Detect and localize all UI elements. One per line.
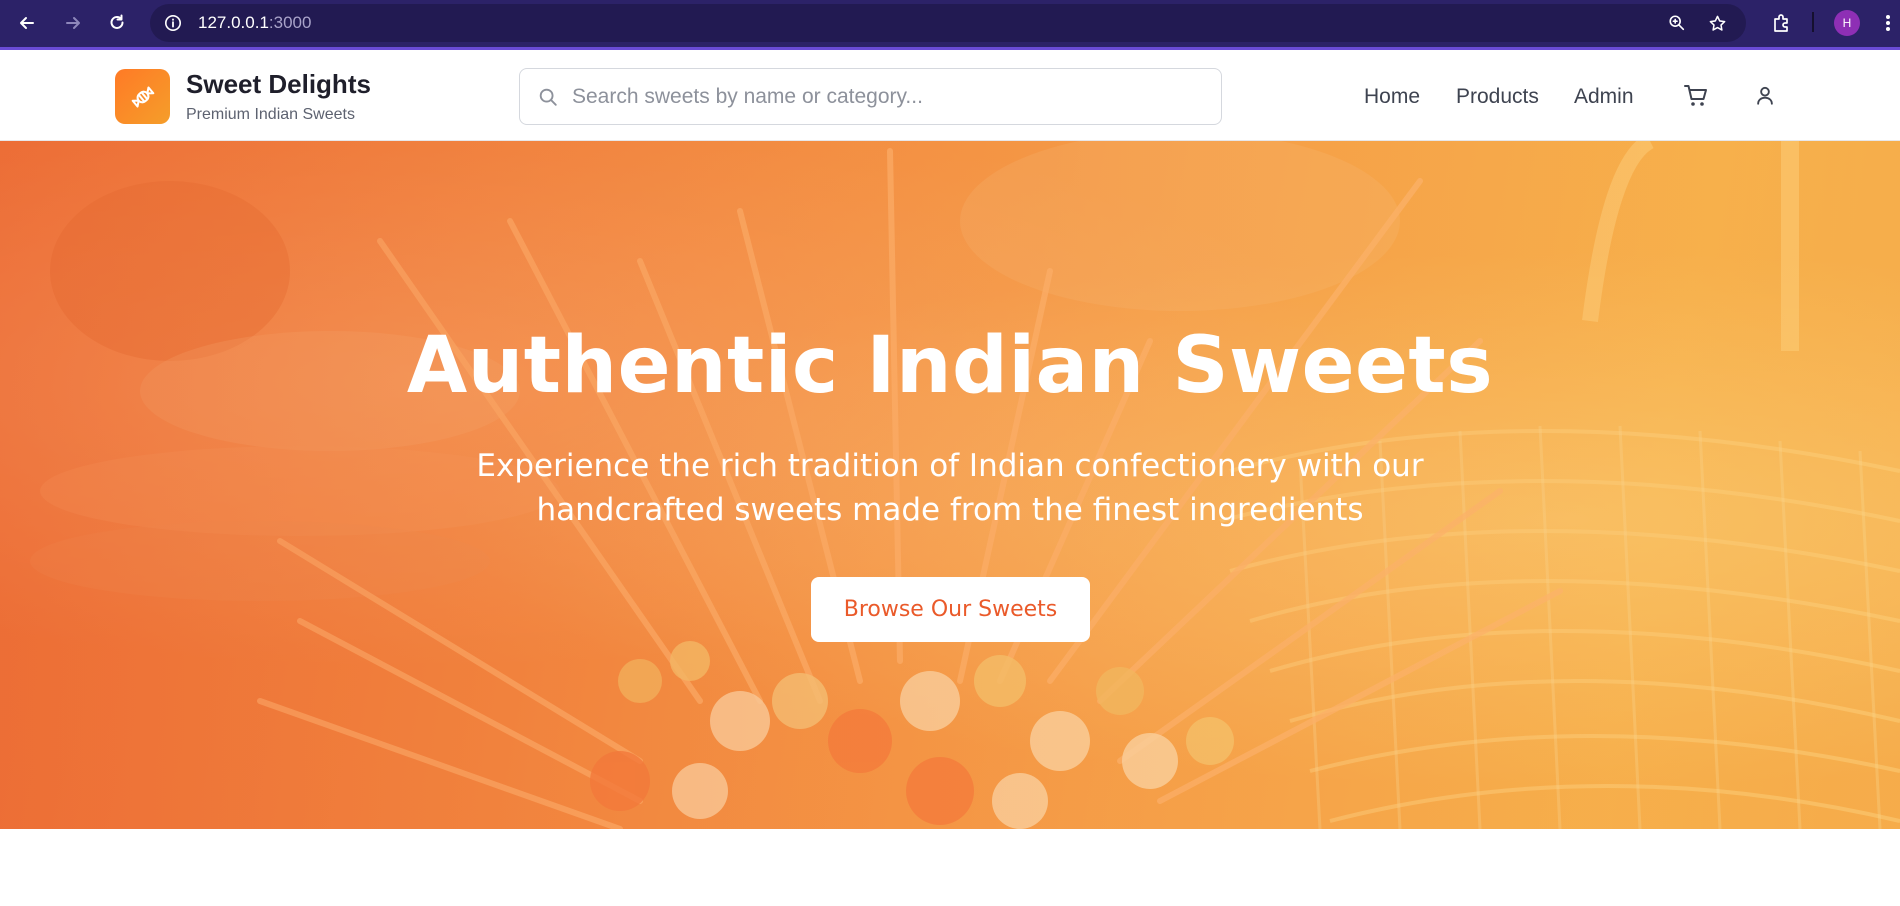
search-icon (536, 85, 560, 109)
nav-products[interactable]: Products (1456, 85, 1539, 109)
browser-toolbar: 127.0.0.1:3000 H (0, 0, 1900, 50)
url-port: :3000 (268, 13, 312, 32)
url-host: 127.0.0.1 (198, 13, 269, 32)
cart-button[interactable] (1681, 81, 1711, 111)
hero-title: Authentic Indian Sweets (406, 321, 1494, 411)
user-icon (1757, 86, 1773, 105)
back-icon (20, 17, 34, 29)
profile-avatar[interactable]: H (1834, 10, 1860, 36)
address-bar[interactable]: 127.0.0.1:3000 (150, 4, 1746, 42)
search-box[interactable] (519, 68, 1222, 125)
reload-icon (110, 14, 124, 29)
hero-section: Authentic Indian Sweets Experience the r… (0, 141, 1900, 829)
nav-admin[interactable]: Admin (1574, 85, 1634, 109)
reload-button[interactable] (102, 8, 132, 38)
toolbar-divider (1812, 12, 1814, 32)
zoom-icon[interactable] (1666, 12, 1688, 34)
user-button[interactable] (1750, 81, 1780, 111)
extensions-icon[interactable] (1768, 10, 1794, 36)
brand-name[interactable]: Sweet Delights (186, 69, 371, 100)
cart-icon (1684, 85, 1707, 106)
site-header: Sweet Delights Premium Indian Sweets Hom… (0, 53, 1900, 141)
browse-sweets-button[interactable]: Browse Our Sweets (811, 577, 1090, 642)
candy-icon (131, 85, 154, 108)
brand-tagline: Premium Indian Sweets (186, 106, 355, 123)
forward-button[interactable] (58, 8, 88, 38)
menu-icon[interactable] (1880, 10, 1896, 36)
logo[interactable] (115, 69, 170, 124)
site-info-icon[interactable] (162, 12, 184, 34)
star-icon[interactable] (1706, 12, 1728, 34)
hero-subtitle: Experience the rich tradition of Indian … (476, 448, 1424, 528)
forward-icon (66, 17, 80, 29)
back-button[interactable] (12, 8, 42, 38)
search-input[interactable] (572, 84, 1192, 109)
address-url[interactable]: 127.0.0.1:3000 (198, 13, 311, 33)
nav-home[interactable]: Home (1364, 85, 1420, 109)
